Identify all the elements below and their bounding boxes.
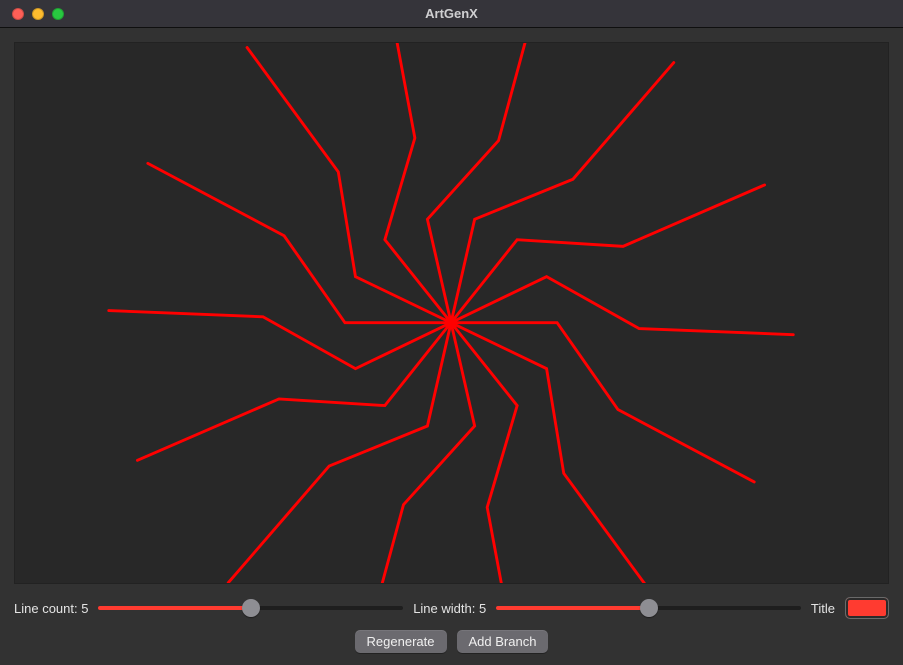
art-branch xyxy=(148,163,451,322)
slider-thumb[interactable] xyxy=(242,599,260,617)
color-label: Title xyxy=(811,601,835,616)
art-branch xyxy=(137,323,451,461)
window-body: Line count: 5 Line width: 5 Title Regene… xyxy=(0,28,903,665)
color-swatch[interactable] xyxy=(845,597,889,619)
slider-thumb[interactable] xyxy=(640,599,658,617)
close-icon[interactable] xyxy=(12,8,24,20)
line-width-slider[interactable] xyxy=(496,598,801,618)
line-width-label: Line width: 5 xyxy=(413,601,486,616)
window-title: ArtGenX xyxy=(0,6,903,21)
titlebar: ArtGenX xyxy=(0,0,903,28)
line-count-label: Line count: 5 xyxy=(14,601,88,616)
art-branch xyxy=(451,277,793,335)
zoom-icon[interactable] xyxy=(52,8,64,20)
art-branch xyxy=(247,48,451,323)
add-branch-button[interactable]: Add Branch xyxy=(457,630,549,653)
minimize-icon[interactable] xyxy=(32,8,44,20)
slider-fill xyxy=(496,606,648,610)
art-branch xyxy=(451,323,754,482)
art-canvas[interactable] xyxy=(14,42,889,584)
window-controls xyxy=(0,8,64,20)
slider-fill xyxy=(98,606,250,610)
art-branch xyxy=(109,311,451,369)
art-branch xyxy=(451,63,674,323)
art-branch xyxy=(228,323,451,583)
generated-art xyxy=(15,43,888,583)
controls-row: Line count: 5 Line width: 5 Title xyxy=(14,584,889,618)
regenerate-button[interactable]: Regenerate xyxy=(355,630,447,653)
line-count-slider[interactable] xyxy=(98,598,403,618)
buttons-row: Regenerate Add Branch xyxy=(14,618,889,653)
art-branch xyxy=(451,185,765,323)
